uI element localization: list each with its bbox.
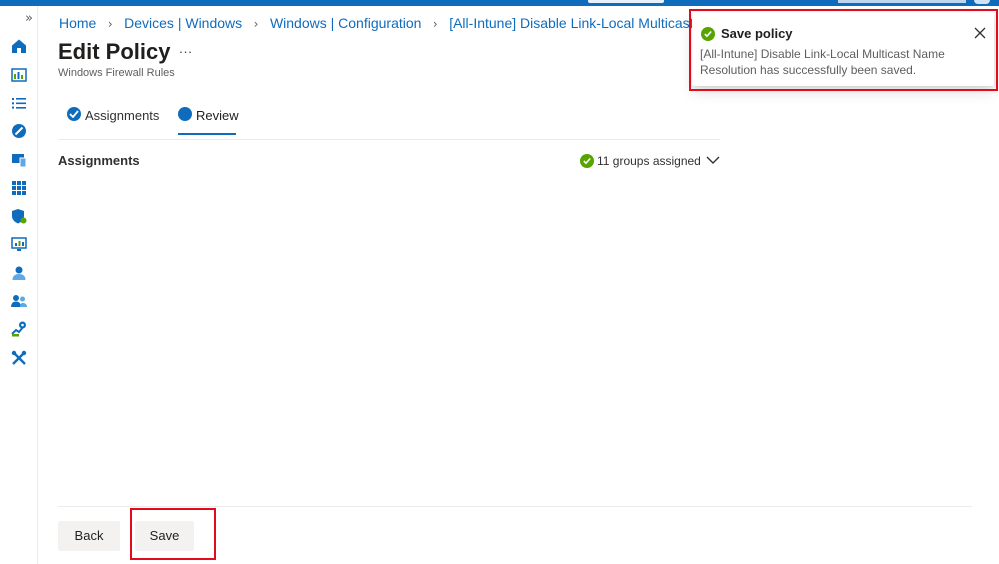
current-step-icon	[178, 107, 192, 121]
tab-review-label: Review	[196, 108, 239, 123]
breadcrumb-home[interactable]: Home	[59, 15, 96, 31]
breadcrumb-devices-windows[interactable]: Devices | Windows	[124, 15, 242, 31]
checkmark-icon	[67, 107, 81, 121]
save-button-highlight	[130, 508, 216, 560]
back-button[interactable]: Back	[58, 521, 120, 551]
groups-assigned-text: 11 groups assigned	[597, 154, 701, 168]
chevron-down-icon[interactable]	[704, 152, 722, 168]
notification-highlight	[689, 9, 998, 91]
account-name-stub[interactable]	[838, 0, 966, 3]
page-title: Edit Policy	[58, 39, 171, 64]
double-chevron-right-icon[interactable]: »	[22, 12, 36, 26]
breadcrumb: Home › Devices | Windows › Windows | Con…	[59, 14, 797, 32]
dashboard-icon[interactable]	[10, 66, 28, 84]
success-check-icon	[580, 154, 594, 168]
wizard-tabs: Assignments Review	[58, 100, 720, 140]
avatar[interactable]	[974, 0, 990, 4]
breadcrumb-separator-icon: ›	[253, 17, 259, 31]
breadcrumb-windows-configuration[interactable]: Windows | Configuration	[270, 15, 421, 31]
troubleshooting-icon[interactable]	[10, 349, 28, 367]
top-app-bar	[0, 0, 999, 6]
more-options-button[interactable]: ...	[178, 42, 194, 59]
search-box-stub[interactable]	[588, 0, 664, 3]
tab-assignments-label: Assignments	[85, 108, 160, 123]
groups-icon[interactable]	[10, 292, 28, 310]
device-screen-icon[interactable]	[10, 151, 28, 169]
home-icon[interactable]	[10, 37, 28, 55]
devices-icon[interactable]	[10, 122, 28, 140]
users-icon[interactable]	[10, 264, 28, 282]
endpoint-security-icon[interactable]	[10, 207, 28, 225]
left-nav: »	[0, 6, 38, 564]
breadcrumb-separator-icon: ›	[432, 17, 438, 31]
page-subtitle: Windows Firewall Rules	[58, 67, 175, 79]
tenant-admin-icon[interactable]	[10, 320, 28, 338]
active-tab-indicator	[178, 133, 236, 135]
assignments-section-label: Assignments	[58, 153, 140, 168]
footer-divider	[58, 506, 972, 507]
breadcrumb-separator-icon: ›	[107, 17, 113, 31]
tab-review[interactable]: Review	[178, 106, 239, 140]
apps-grid-icon[interactable]	[10, 179, 28, 197]
reports-icon[interactable]	[10, 235, 28, 253]
tab-assignments[interactable]: Assignments	[67, 106, 163, 140]
all-services-icon[interactable]	[10, 94, 28, 112]
